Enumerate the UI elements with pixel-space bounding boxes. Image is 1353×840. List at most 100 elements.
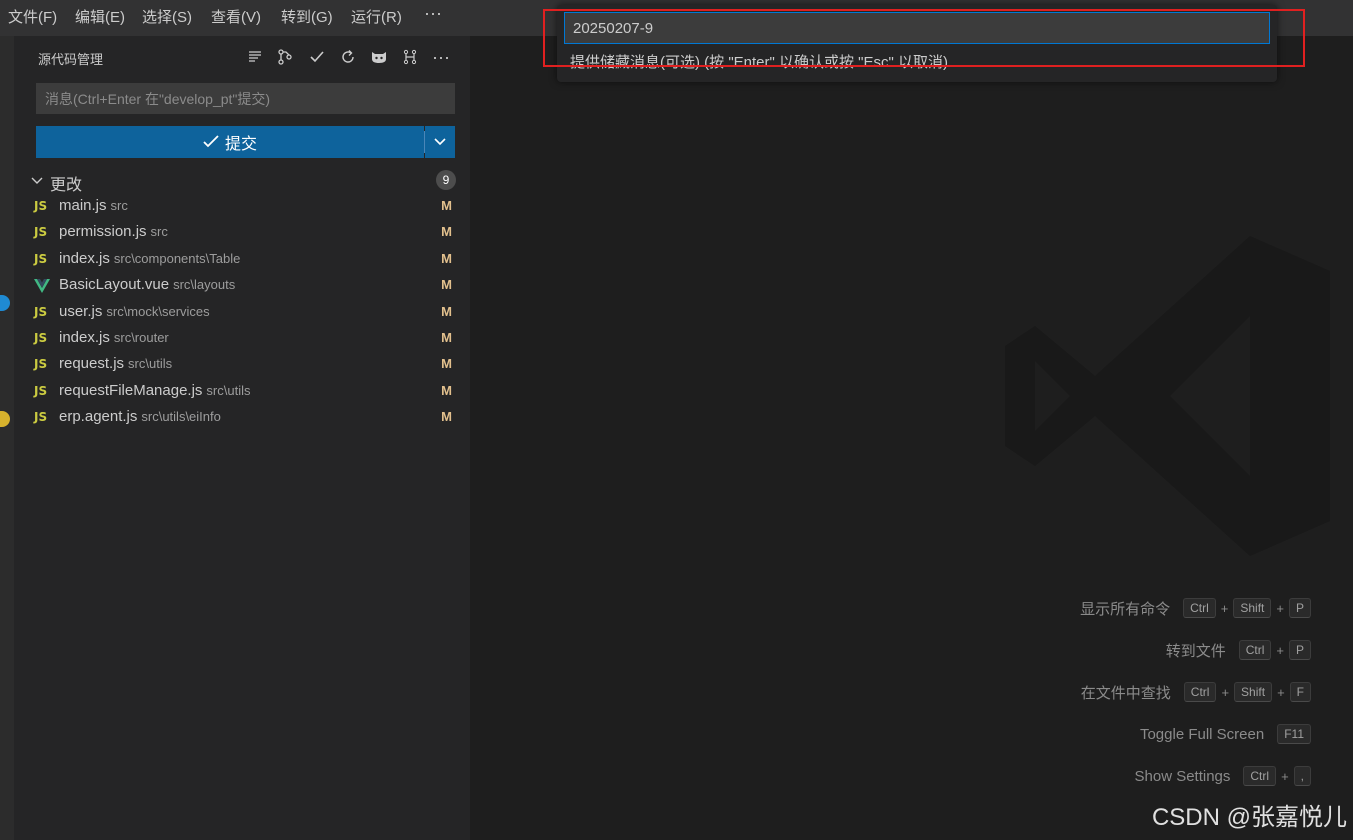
file-path: src\layouts (173, 277, 236, 293)
vue-file-icon (34, 279, 50, 296)
source-tree-icon[interactable] (399, 46, 421, 68)
file-path: src\utils (206, 382, 251, 398)
file-name: main.js src (59, 197, 128, 214)
file-row[interactable]: JS request.js src\utils M (28, 352, 456, 378)
file-name: permission.js src (59, 223, 168, 241)
sidebar-title: 源代码管理 (38, 52, 104, 67)
file-name: BasicLayout.vue src\layouts (59, 276, 236, 294)
keybinding-key: Ctrl (1243, 766, 1277, 786)
view-list-icon[interactable] (244, 46, 266, 68)
activity-badge-yellow[interactable] (0, 411, 10, 427)
file-status-badge: M (441, 382, 452, 398)
file-row[interactable]: JS erp.agent.js src\utils\eiInfo M (28, 405, 456, 431)
file-status-badge: M (441, 250, 452, 266)
keybinding-key: F11 (1277, 724, 1311, 744)
js-file-icon: JS (34, 304, 48, 319)
keybinding-key: P (1288, 640, 1311, 660)
activity-bar (0, 36, 14, 840)
file-row[interactable]: JS requestFileManage.js src\utils M (28, 379, 456, 405)
file-row[interactable]: JS user.js src\mock\services M (28, 300, 456, 326)
key-plus: + (1221, 684, 1230, 700)
chevron-down-icon (434, 138, 446, 146)
key-plus: + (1277, 684, 1285, 700)
file-path: src\router (113, 330, 169, 345)
more-actions-icon[interactable]: ··· (430, 46, 452, 68)
file-name: request.js src\utils (59, 355, 173, 373)
shortcut-label: 在文件中查找 (1080, 684, 1171, 702)
key-plus: + (1276, 600, 1284, 616)
file-path: src\utils (128, 356, 173, 372)
file-status-badge: M (441, 224, 452, 240)
js-file-icon: JS (34, 225, 48, 240)
refresh-icon[interactable] (337, 46, 359, 68)
file-row[interactable]: JS index.js src\components\Table M (28, 247, 456, 273)
shortcut-label: Show Settings (1134, 767, 1231, 785)
file-name: index.js src\components\Table (59, 249, 241, 267)
key-plus: + (1220, 600, 1229, 616)
activity-badge-blue[interactable] (0, 295, 10, 311)
menu-selection[interactable]: 选择(S) (142, 6, 192, 27)
file-name: user.js src\mock\services (59, 302, 210, 320)
menu-view[interactable]: 查看(V) (211, 6, 261, 27)
changes-section-header[interactable]: 更改 9 (28, 170, 456, 194)
shortcut-label: 转到文件 (1165, 642, 1226, 660)
keybinding-key: F (1289, 682, 1311, 702)
chevron-down-icon (31, 177, 43, 184)
keybinding-key: , (1293, 766, 1311, 786)
commit-button[interactable]: 提交 (36, 126, 424, 158)
js-file-icon: JS (34, 383, 48, 398)
shortcut-label: Toggle Full Screen (1139, 725, 1265, 743)
check-icon (203, 135, 219, 148)
editor-area: 显示所有命令 Ctrl + Shift + P 转到文件 Ctrl + P 在文件中查找 Ctrl + S… (470, 36, 1353, 840)
changes-label: 更改 (50, 177, 83, 194)
key-plus: + (1281, 768, 1289, 784)
github-icon[interactable] (368, 46, 390, 68)
file-status-badge: M (441, 356, 452, 372)
shortcut-row: Toggle Full Screen F11 (1140, 722, 1311, 746)
file-status-badge: M (441, 198, 452, 213)
changes-count-badge: 9 (436, 170, 456, 190)
commit-button-label: 提交 (224, 136, 257, 153)
menu-more-icon[interactable]: ··· (424, 3, 442, 24)
annotation-highlight-box (543, 9, 1305, 67)
menu-edit[interactable]: 编辑(E) (75, 6, 125, 27)
file-status-badge: M (441, 277, 452, 293)
source-control-sidebar: 源代码管理 ··· 提交 更改 9 JS main.jssrc M JS permiss… (14, 36, 470, 840)
check-icon[interactable] (306, 46, 328, 68)
menu-run[interactable]: 运行(R) (351, 6, 402, 27)
js-file-icon: JS (34, 251, 48, 266)
file-path: src (150, 224, 168, 240)
file-name: erp.agent.js src\utils\eiInfo (59, 408, 221, 426)
shortcut-row: 转到文件 Ctrl + P (1166, 638, 1311, 662)
file-row[interactable]: JS main.js src M (28, 194, 456, 220)
file-name: requestFileManage.js src\utils (59, 381, 251, 399)
keybinding-key: Ctrl (1238, 640, 1272, 660)
file-status-badge: M (441, 409, 452, 425)
branch-graph-icon[interactable] (274, 46, 296, 68)
shortcut-label: 显示所有命令 (1080, 600, 1171, 618)
file-status-badge: M (441, 330, 452, 345)
commit-message-input[interactable] (36, 83, 455, 114)
key-plus: + (1276, 642, 1284, 658)
file-row[interactable]: JS permission.js src M (28, 220, 456, 246)
file-status-badge: M (441, 303, 452, 319)
keybinding-key: Shift (1233, 598, 1272, 618)
js-file-icon: JS (34, 199, 48, 213)
keybinding-key: P (1288, 598, 1311, 618)
file-path: src\mock\services (106, 303, 210, 319)
js-file-icon: JS (34, 410, 48, 425)
keybinding-key: Ctrl (1183, 682, 1217, 702)
file-row[interactable]: JS index.js src\router M (28, 326, 456, 352)
file-name: index.js src\router (59, 329, 169, 346)
file-path: src\utils\eiInfo (141, 409, 221, 425)
menu-file[interactable]: 文件(F) (8, 6, 57, 27)
commit-dropdown-button[interactable] (425, 126, 455, 158)
csdn-watermark: CSDN @张嘉悦儿 (1151, 804, 1347, 831)
vscode-logo-watermark (1005, 236, 1330, 556)
js-file-icon: JS (34, 357, 48, 372)
menu-go[interactable]: 转到(G) (281, 6, 333, 27)
file-path: src (110, 198, 128, 213)
file-row[interactable]: BasicLayout.vue src\layouts M (28, 273, 456, 299)
file-path: src\components\Table (113, 250, 241, 266)
keybinding-key: Shift (1234, 682, 1273, 702)
